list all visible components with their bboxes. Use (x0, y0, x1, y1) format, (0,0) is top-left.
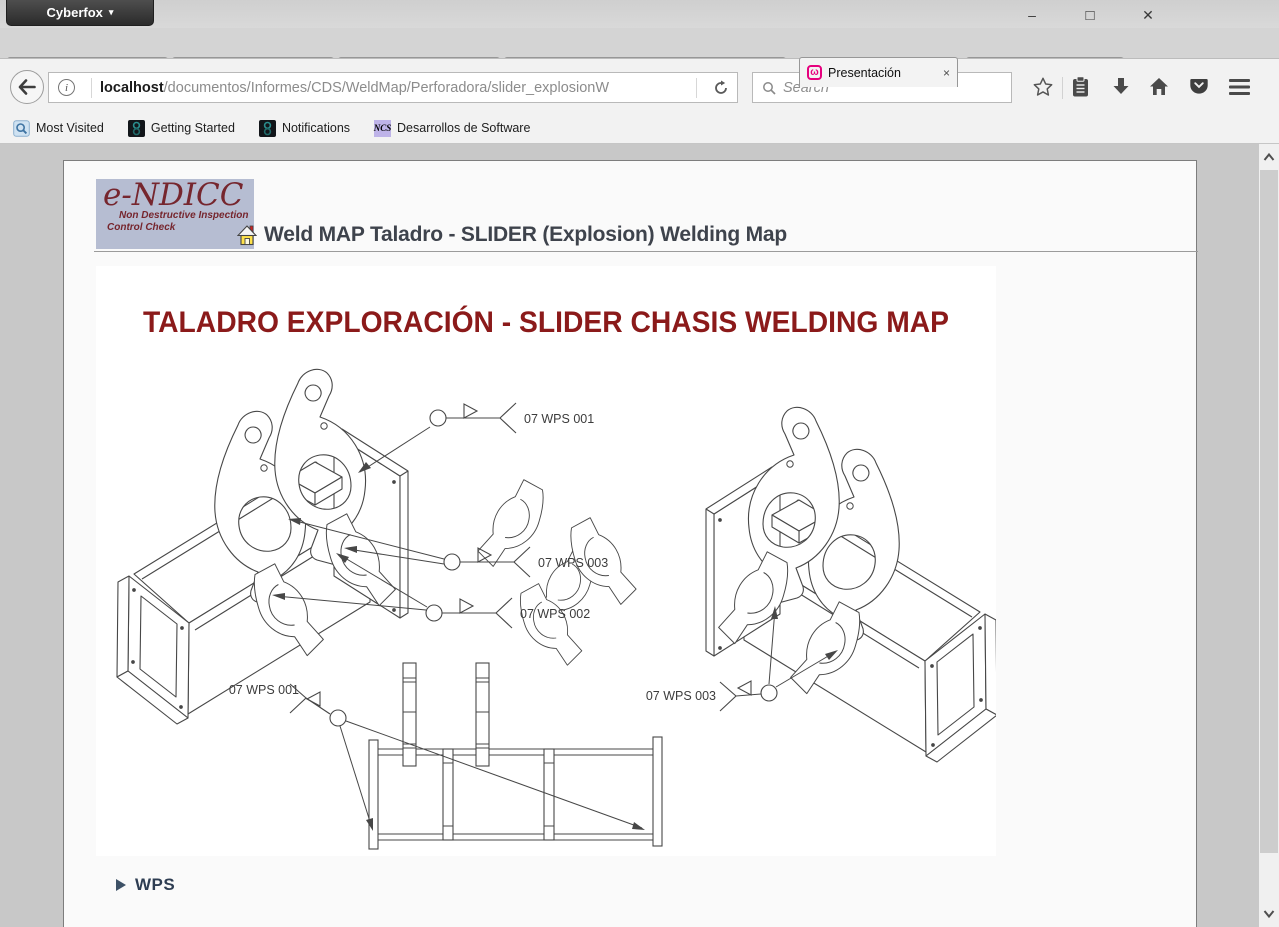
app-menu-label: Cyberfox (47, 5, 103, 20)
weld-callout (430, 403, 516, 433)
wps-section-toggle[interactable]: WPS (116, 875, 175, 895)
divider (91, 78, 92, 98)
heading-underline (94, 251, 1198, 252)
window-titlebar: Cyberfox ▾ – □ ✕ (0, 0, 1279, 28)
tab-bar: e-NDICC Ingreso PC × Ejemplos (1) × NCS … (0, 28, 1279, 58)
weld-callout-label: 07 WPS 001 (229, 683, 299, 697)
logo-subtitle-2: Control Check (96, 222, 254, 233)
chevron-down-icon: ▾ (109, 7, 114, 18)
bookmark-star-button[interactable] (1032, 76, 1054, 98)
bookmark-getting-started[interactable]: Getting Started (128, 120, 235, 137)
weld-callout-label: 07 WPS 001 (524, 412, 594, 426)
ncs-favicon: NCS (374, 120, 391, 137)
logo-title: e-NDICC (96, 180, 254, 211)
dark-app-icon (259, 120, 276, 137)
pocket-button[interactable] (1189, 78, 1209, 95)
page-title: Weld MAP Taladro - SLIDER (Explosion) We… (264, 223, 787, 247)
bookmark-label: Notifications (282, 121, 350, 135)
bookmark-label: Most Visited (36, 121, 104, 135)
welding-map-drawing: TALADRO EXPLORACIÓN - SLIDER CHASIS WELD… (96, 266, 996, 856)
collapsed-triangle-icon (116, 879, 126, 891)
bookmarks-menu-button[interactable] (1071, 76, 1090, 98)
home-icon (1149, 77, 1169, 96)
logo-subtitle-1: Non Destructive Inspection (96, 210, 254, 221)
tab-presentacion-active[interactable]: ω Presentación × (799, 57, 958, 87)
hamburger-icon (1229, 79, 1250, 95)
download-arrow-icon (1112, 77, 1130, 96)
bookmark-label: Getting Started (151, 121, 235, 135)
back-arrow-icon (18, 79, 36, 95)
back-button[interactable] (10, 70, 44, 104)
bookmarks-toolbar: Most Visited Getting Started Notificatio… (0, 113, 1279, 144)
minimize-button[interactable]: – (1015, 7, 1049, 23)
window-controls: – □ ✕ (1015, 4, 1165, 26)
weld-callout-label: 07 WPS 002 (520, 607, 590, 621)
home-button[interactable] (1149, 77, 1169, 96)
reload-icon (713, 80, 729, 96)
endicc-logo: e-NDICC Non Destructive Inspection Contr… (96, 179, 254, 249)
home-link[interactable] (237, 225, 257, 251)
site-info-icon[interactable]: i (58, 79, 75, 96)
search-icon (762, 81, 776, 95)
scroll-down-icon[interactable] (1263, 909, 1275, 919)
drawing-title: TALADRO EXPLORACIÓN - SLIDER CHASIS WELD… (143, 305, 949, 339)
reload-button[interactable] (713, 80, 729, 96)
tab-close-icon[interactable]: × (943, 66, 950, 80)
maximize-button[interactable]: □ (1073, 7, 1107, 24)
bookmark-label: Desarrollos de Software (397, 121, 530, 135)
downloads-button[interactable] (1112, 77, 1130, 96)
divider (696, 78, 697, 98)
url-path: /documentos/Informes/CDS/WeldMap/Perfora… (164, 80, 609, 96)
scrollbar-thumb[interactable] (1260, 170, 1278, 853)
navigation-toolbar: i localhost/documentos/Informes/CDS/Weld… (0, 58, 1279, 113)
star-icon (1032, 76, 1054, 98)
most-visited-icon (13, 120, 30, 137)
tab-title: Presentación (828, 66, 901, 80)
browser-viewport: e-NDICC Non Destructive Inspection Contr… (0, 144, 1279, 927)
pocket-icon (1189, 78, 1209, 95)
url-bar[interactable]: i localhost/documentos/Informes/CDS/Weld… (48, 72, 738, 103)
dark-app-icon (128, 120, 145, 137)
clipboard-icon (1071, 76, 1090, 98)
page-content-frame: e-NDICC Non Destructive Inspection Contr… (63, 160, 1197, 927)
close-button[interactable]: ✕ (1131, 7, 1165, 24)
weld-callout (426, 598, 512, 628)
wps-section-label: WPS (135, 875, 175, 895)
weld-callout-label: 07 WPS 003 (538, 556, 608, 570)
bottom-frame-figure (369, 663, 662, 849)
weld-callout (720, 681, 777, 711)
app-menu-button[interactable]: Cyberfox ▾ (6, 0, 154, 26)
wampserver-favicon: ω (807, 65, 822, 80)
scroll-up-icon[interactable] (1263, 152, 1275, 162)
menu-button[interactable] (1229, 79, 1250, 95)
url-host: localhost (100, 80, 164, 96)
vertical-scrollbar[interactable] (1259, 144, 1279, 927)
bookmark-desarrollos[interactable]: NCS Desarrollos de Software (374, 120, 530, 137)
divider (1062, 77, 1063, 99)
weld-callout-label: 07 WPS 003 (646, 689, 716, 703)
bookmark-notifications[interactable]: Notifications (259, 120, 350, 137)
house-icon (237, 225, 257, 246)
bookmark-most-visited[interactable]: Most Visited (13, 120, 104, 137)
